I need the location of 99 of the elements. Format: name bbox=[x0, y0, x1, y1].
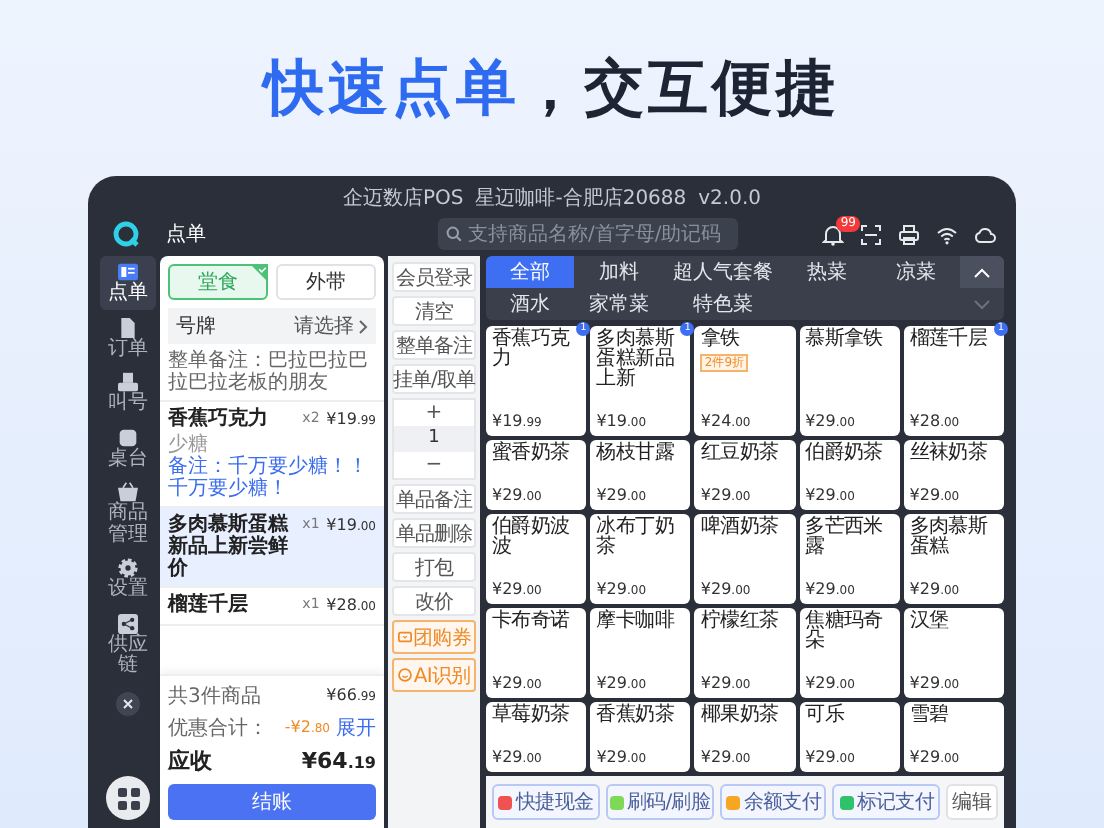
sidebar-item[interactable]: 订单 bbox=[100, 311, 156, 364]
discount-label: 优惠合计： bbox=[168, 715, 268, 742]
action-button[interactable]: 单品删除 bbox=[392, 518, 476, 548]
product-name: 丝袜奶茶 bbox=[909, 444, 990, 464]
item-count: 共3件商品 bbox=[168, 683, 261, 710]
edit-button[interactable]: 编辑 bbox=[946, 784, 999, 820]
product-name: 杨枝甘露 bbox=[596, 444, 676, 464]
sidebar-item[interactable]: 供应链 bbox=[100, 607, 156, 681]
category-tab[interactable]: 酒水 bbox=[486, 288, 575, 320]
chevron-up-icon bbox=[973, 267, 990, 277]
sidebar-item[interactable]: 设置 bbox=[100, 552, 156, 605]
order-note: 整单备注：巴拉巴拉巴拉巴拉老板的朋友 bbox=[160, 344, 384, 402]
chevron-right-icon bbox=[358, 319, 368, 333]
category-tab[interactable]: 超人气套餐 bbox=[663, 256, 783, 288]
category-tab[interactable]: 热菜 bbox=[782, 256, 872, 288]
action-button[interactable]: 整单备注 bbox=[392, 330, 476, 360]
category-tab[interactable]: 加料 bbox=[574, 256, 664, 288]
product-name: 伯爵奶茶 bbox=[805, 444, 885, 464]
item-name: 多肉慕斯蛋糕新品上新尝鲜价 bbox=[168, 514, 291, 580]
product-name: 香蕉奶茶 bbox=[596, 706, 676, 726]
amount-due-label: 应收 bbox=[168, 746, 212, 776]
sidebar-item[interactable]: 桌台 bbox=[100, 421, 156, 474]
ticket-icon bbox=[397, 630, 412, 644]
product-name: 红豆奶茶 bbox=[700, 444, 781, 464]
smile-icon bbox=[397, 668, 412, 682]
item-name: 榴莲千层 bbox=[168, 594, 250, 616]
product-name: 雪碧 bbox=[909, 706, 951, 726]
table-icon bbox=[118, 427, 138, 447]
product-name: 卡布奇诺 bbox=[492, 612, 572, 632]
action-button[interactable]: 清空 bbox=[392, 296, 476, 326]
wifi-icon[interactable] bbox=[936, 223, 958, 245]
price-text: ¥64.19 bbox=[301, 748, 376, 774]
bell-icon[interactable] bbox=[822, 223, 844, 245]
category-tab[interactable]: 特色菜 bbox=[663, 288, 783, 320]
payment-button[interactable]: 余额支付 bbox=[719, 784, 827, 820]
action-button[interactable]: 单品备注 bbox=[392, 484, 476, 514]
logo-icon bbox=[112, 220, 140, 248]
product-name: 冰布丁奶茶 bbox=[596, 518, 676, 558]
gear-icon bbox=[118, 558, 138, 578]
product-name: 可乐 bbox=[805, 706, 846, 726]
sidebar-item[interactable]: 点单 bbox=[100, 256, 156, 309]
chevron-down-icon bbox=[973, 299, 990, 309]
action-button[interactable]: 打包 bbox=[392, 552, 476, 582]
product-name: 焦糖玛奇朵 bbox=[805, 612, 885, 652]
dine-option-tab[interactable]: 外带 bbox=[276, 264, 376, 300]
stand-icon bbox=[118, 372, 138, 392]
product-name: 多芒西米露 bbox=[805, 518, 885, 558]
printer-icon[interactable] bbox=[898, 223, 920, 245]
product-name: 啤酒奶茶 bbox=[700, 518, 781, 538]
version-text: v2.0.0 bbox=[698, 188, 762, 212]
check-corner-icon bbox=[250, 264, 268, 282]
apps-button[interactable] bbox=[106, 776, 150, 820]
expand-link[interactable]: 展开 bbox=[336, 714, 376, 742]
product-name: 柠檬红茶 bbox=[700, 612, 781, 632]
quantity-value: 1 bbox=[394, 426, 474, 452]
action-button[interactable]: 改价 bbox=[392, 586, 476, 616]
product-name: 蜜香奶茶 bbox=[492, 444, 572, 464]
category-tab[interactable]: 家常菜 bbox=[574, 288, 664, 320]
product-name: 拿铁 bbox=[700, 330, 742, 350]
item-spec: 少糖 bbox=[168, 434, 210, 456]
product-name: 摩卡咖啡 bbox=[596, 612, 677, 632]
item-name: 香蕉巧克力 bbox=[168, 408, 270, 430]
product-name: 多肉慕斯蛋糕 bbox=[909, 518, 990, 558]
product-name: 榴莲千层 bbox=[909, 330, 990, 350]
item-note: 备注：千万要少糖！！千万要少糖！ bbox=[168, 456, 370, 500]
close-icon[interactable] bbox=[116, 691, 140, 715]
headline: 快速点单，交互便捷 bbox=[264, 51, 840, 127]
share-icon bbox=[118, 613, 138, 633]
product-name: 慕斯拿铁 bbox=[805, 330, 885, 350]
basket-icon bbox=[118, 482, 138, 502]
search-icon bbox=[446, 226, 462, 242]
number-plate-row[interactable]: 号牌 请选择 bbox=[168, 308, 376, 344]
document-icon bbox=[118, 317, 138, 337]
page-title: 点单 bbox=[166, 221, 208, 248]
checkout-button[interactable]: 结账 bbox=[168, 784, 376, 820]
plate-value: 请选择 bbox=[294, 313, 354, 340]
list-icon bbox=[118, 262, 138, 282]
category-tab[interactable]: 全部 bbox=[486, 256, 575, 288]
sidebar-item[interactable]: 商品管理 bbox=[100, 476, 156, 550]
product-name: 草莓奶茶 bbox=[492, 706, 572, 726]
action-button[interactable]: 挂单/取单 bbox=[392, 364, 476, 394]
product-name: 多肉慕斯蛋糕新品上新 bbox=[596, 330, 677, 390]
store-name: 星迈咖啡-合肥店20688 bbox=[475, 188, 687, 212]
product-name: 椰果奶茶 bbox=[700, 706, 781, 726]
product-name: 汉堡 bbox=[909, 612, 951, 632]
payment-button[interactable]: 标记支付 bbox=[832, 784, 941, 820]
scan-icon[interactable] bbox=[860, 223, 882, 245]
product-name: 伯爵奶波波 bbox=[492, 518, 572, 558]
action-button[interactable]: 会员登录 bbox=[392, 262, 476, 292]
collapse-button[interactable] bbox=[959, 256, 1004, 288]
plate-label: 号牌 bbox=[176, 314, 216, 340]
product-name: 香蕉巧克力 bbox=[492, 330, 572, 370]
cloud-icon[interactable] bbox=[974, 223, 996, 245]
payment-button[interactable]: 快捷现金 bbox=[492, 784, 600, 820]
grid-icon bbox=[117, 787, 139, 809]
category-tab[interactable]: 凉菜 bbox=[871, 256, 960, 288]
app-title: 企迈数店POS bbox=[342, 188, 464, 212]
payment-button[interactable]: 刷码/刷脸 bbox=[605, 784, 714, 820]
sidebar-item[interactable]: 叫号 bbox=[100, 366, 156, 419]
